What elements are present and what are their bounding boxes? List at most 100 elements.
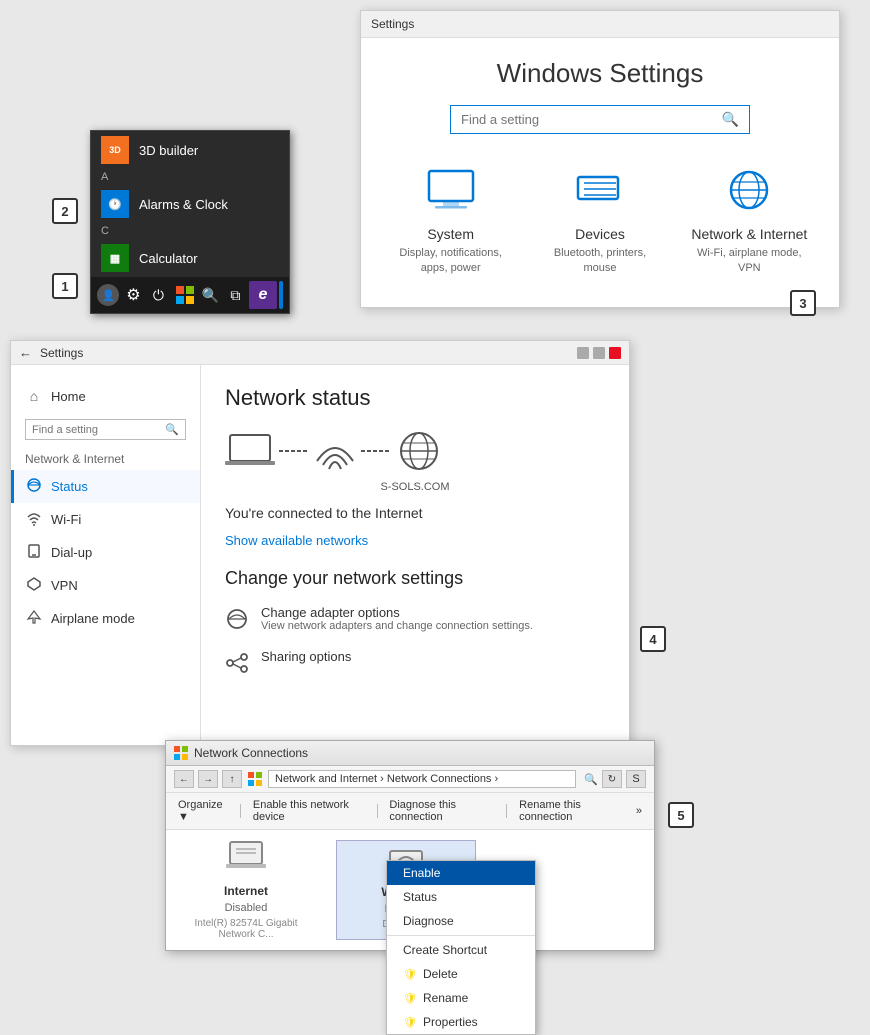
adapter-internet-name: Internet <box>224 884 268 898</box>
wifi-label: Wi-Fi <box>51 512 81 527</box>
nav-more-btn[interactable]: S <box>626 770 646 788</box>
edge-icon[interactable]: e <box>249 278 277 312</box>
nav-refresh-btn[interactable]: ↻ <box>602 770 622 788</box>
network-icon-label: Network & Internet <box>691 226 807 242</box>
start-button[interactable] <box>174 278 197 312</box>
home-icon: ⌂ <box>25 388 43 404</box>
status-label: Status <box>403 890 437 904</box>
netconn-titlebar: Network Connections <box>166 741 654 766</box>
system-icon-label: System <box>427 226 474 242</box>
start-menu-panel: 3D 3D builder A 🕐 Alarms & Clock C ▦ Cal… <box>90 130 290 314</box>
toolbar-sep-3 <box>506 804 507 818</box>
devices-icon-desc: Bluetooth, printers, mouse <box>540 246 659 277</box>
organize-btn[interactable]: Organize ▼ <box>174 797 232 825</box>
shield-props-icon: 🛡 <box>403 1016 417 1029</box>
settings-icon-network[interactable]: Network & Internet Wi-Fi, airplane mode,… <box>690 162 809 277</box>
vpn-label: VPN <box>51 578 78 593</box>
nav-forward-btn[interactable]: → <box>198 770 218 788</box>
settings-titlebar-label: Settings <box>371 17 414 31</box>
ctx-item-delete[interactable]: 🛡 Delete <box>387 962 535 986</box>
start-menu-item-calculator[interactable]: ▦ Calculator <box>91 239 289 277</box>
wifi-icon <box>25 510 43 529</box>
network-connections-panel: Network Connections ← → ↑ Network and In… <box>165 740 655 951</box>
settings-titlebar: Settings <box>361 11 839 38</box>
sidebar-item-status[interactable]: Status <box>11 470 200 503</box>
network-icon <box>721 162 777 218</box>
label-alarms: Alarms & Clock <box>139 197 228 212</box>
diagnose-label: Diagnose <box>403 914 454 928</box>
search-taskbar-icon[interactable]: 🔍 <box>199 278 222 312</box>
settings-icons-row: System Display, notifications, apps, pow… <box>391 162 809 277</box>
minimize-button[interactable] <box>577 347 589 359</box>
settings-search-box[interactable]: 🔍 <box>450 105 750 134</box>
settings-search-input[interactable] <box>461 112 722 127</box>
nav-search-icon[interactable]: 🔍 <box>584 773 598 786</box>
ctx-item-properties[interactable]: 🛡 Properties <box>387 1010 535 1034</box>
adapter-internet-desc: Intel(R) 82574L Gigabit Network C... <box>176 918 316 940</box>
devices-icon <box>572 162 628 218</box>
adapter-internet[interactable]: Internet Disabled Intel(R) 82574L Gigabi… <box>176 840 316 940</box>
change-settings-title: Change your network settings <box>225 568 605 589</box>
sharing-option[interactable]: Sharing options <box>225 649 605 681</box>
start-menu-item-alarms[interactable]: 🕐 Alarms & Clock <box>91 185 289 223</box>
user-avatar[interactable]: 👤 <box>97 278 120 312</box>
show-networks-link[interactable]: Show available networks <box>225 533 605 548</box>
netconn-content: Internet Disabled Intel(R) 82574L Gigabi… <box>166 830 654 950</box>
network-settings-panel: ← Settings ⌂ Home 🔍 Network & Internet <box>10 340 630 746</box>
nav-up-btn[interactable]: ↑ <box>222 770 242 788</box>
taskbar: 👤 ⚙ ⏻ 🔍 ⧉ e <box>91 277 289 313</box>
sidebar-item-vpn[interactable]: VPN <box>11 569 200 602</box>
sharing-option-icon <box>225 651 249 681</box>
vpn-icon <box>25 576 43 595</box>
dialup-label: Dial-up <box>51 545 92 560</box>
callout-5: 5 <box>668 802 694 828</box>
network-icon-desc: Wi-Fi, airplane mode, VPN <box>690 246 809 277</box>
ctx-item-rename[interactable]: 🛡 Rename <box>387 986 535 1010</box>
label-calculator: Calculator <box>139 251 198 266</box>
home-label: Home <box>51 389 86 404</box>
sidebar-item-airplane[interactable]: Airplane mode <box>11 602 200 635</box>
settings-body: Windows Settings 🔍 System Display, notif… <box>361 38 839 307</box>
delete-label: Delete <box>423 967 458 981</box>
ctx-item-enable[interactable]: Enable <box>387 861 535 885</box>
shield-delete-icon: 🛡 <box>403 968 417 981</box>
ctx-item-diagnose[interactable]: Diagnose <box>387 909 535 933</box>
windows-settings-title: Windows Settings <box>391 58 809 89</box>
diagnose-btn[interactable]: Diagnose this connection <box>385 797 498 825</box>
settings-icon[interactable]: ⚙ <box>122 278 145 312</box>
adapter-option-desc: View network adapters and change connect… <box>261 620 533 632</box>
find-setting-input[interactable] <box>32 424 165 436</box>
dialup-icon <box>25 543 43 562</box>
network-diagram <box>225 427 605 475</box>
start-menu-letter-a: A <box>91 169 289 185</box>
rename-btn[interactable]: Rename this connection <box>515 797 624 825</box>
taskview-icon[interactable]: ⧉ <box>224 278 247 312</box>
nav-back-btn[interactable]: ← <box>174 770 194 788</box>
more-options-btn[interactable]: » <box>632 803 646 819</box>
shortcut-label: Create Shortcut <box>403 943 487 957</box>
connected-text: You're connected to the Internet <box>225 505 605 521</box>
netconn-titlebar-label: Network Connections <box>194 746 308 760</box>
settings-icon-system[interactable]: System Display, notifications, apps, pow… <box>391 162 510 277</box>
callout-1: 1 <box>52 273 78 299</box>
sidebar-item-wifi[interactable]: Wi-Fi <box>11 503 200 536</box>
start-menu-letter-c: C <box>91 223 289 239</box>
back-button[interactable]: ← <box>19 345 32 360</box>
network-titlebar: ← Settings <box>11 341 629 365</box>
sidebar-item-dialup[interactable]: Dial-up <box>11 536 200 569</box>
network-category-label: Network & Internet <box>11 448 200 470</box>
close-button[interactable] <box>609 347 621 359</box>
power-icon[interactable]: ⏻ <box>147 278 170 312</box>
enable-btn[interactable]: Enable this network device <box>249 797 369 825</box>
tile-calculator: ▦ <box>101 244 129 272</box>
find-setting-search[interactable]: 🔍 <box>25 419 186 440</box>
change-adapter-option[interactable]: Change adapter options View network adap… <box>225 605 605 637</box>
toolbar-sep-2 <box>377 804 378 818</box>
settings-icon-devices[interactable]: Devices Bluetooth, printers, mouse <box>540 162 659 277</box>
home-item[interactable]: ⌂ Home <box>11 381 200 411</box>
system-icon <box>423 162 479 218</box>
restore-button[interactable] <box>593 347 605 359</box>
ctx-item-status[interactable]: Status <box>387 885 535 909</box>
start-menu-item-3dbuilder[interactable]: 3D 3D builder <box>91 131 289 169</box>
ctx-item-shortcut[interactable]: Create Shortcut <box>387 938 535 962</box>
